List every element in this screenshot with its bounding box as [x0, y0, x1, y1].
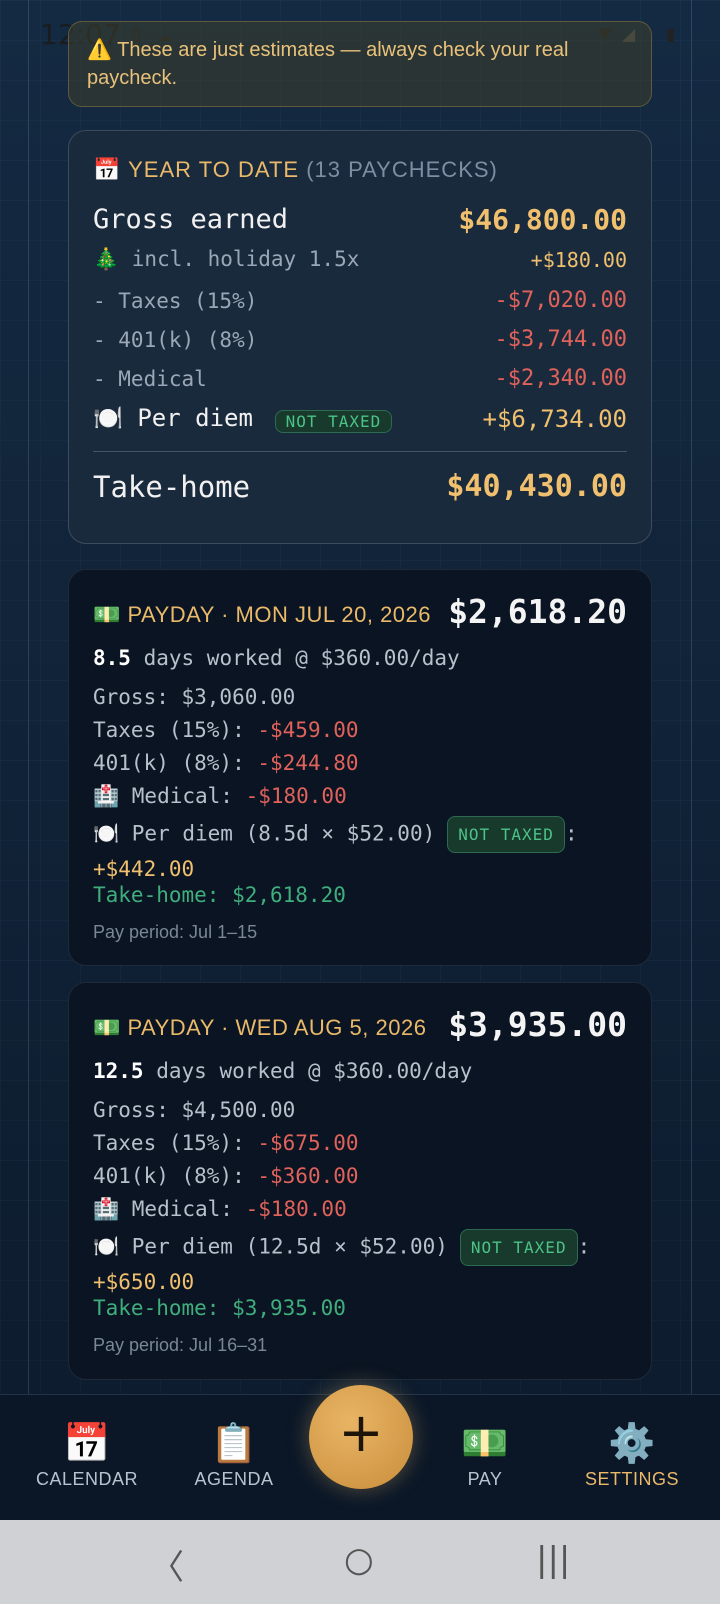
ytd-takehome-row: Take-home $40,430.00 [93, 469, 627, 504]
days-count: 12.5 [93, 1059, 144, 1083]
taxes-label: Taxes (15%): [93, 718, 258, 742]
estimate-warning-banner: ⚠️ These are just estimates — always che… [68, 21, 652, 107]
not-taxed-badge: NOT TAXED [459, 1229, 578, 1266]
ytd-gross-row: Gross earned $46,800.00 [93, 203, 627, 236]
perdiem-label-group: 🍽️ Per diem NOT TAXED [93, 404, 393, 433]
payday-card[interactable]: 💵 PAYDAY · WED AUG 5, 2026 $3,935.00 12.… [68, 982, 652, 1380]
days-rate: days worked @ $360.00/day [156, 1059, 473, 1083]
gear-icon: ⚙️ [608, 1421, 656, 1465]
calendar-icon: 📅 [63, 1421, 111, 1465]
nav-pay-label: PAY [467, 1469, 503, 1489]
takehome-line: Take-home: $2,618.20 [93, 883, 346, 907]
ytd-perdiem-row: 🍽️ Per diem NOT TAXED +$6,734.00 [93, 404, 627, 433]
401k-label: 401(k) (8%): [93, 751, 258, 775]
nav-agenda[interactable]: 📋 AGENDA [164, 1421, 304, 1490]
holiday-value: +$180.00 [530, 247, 627, 272]
perdiem-label: 🍽️ Per diem (8.5d × $52.00) [93, 821, 436, 846]
taxes-value: -$7,020.00 [494, 288, 627, 313]
nav-settings-label: SETTINGS [584, 1469, 679, 1489]
perdiem-label: 🍽️ Per diem [93, 404, 253, 432]
gross-value: $46,800.00 [458, 203, 627, 236]
home-icon[interactable]: ○ [344, 1540, 374, 1580]
ytd-title: YEAR TO DATE [128, 157, 300, 182]
payday-header: 💵 PAYDAY · MON JUL 20, 2026 [93, 602, 432, 627]
401k-value: -$360.00 [257, 1164, 359, 1188]
recents-icon[interactable]: ||| [536, 1540, 570, 1580]
taxes-line: Taxes (15%): -$675.00 [93, 1131, 631, 1155]
perdiem-line: 🍽️ Per diem (8.5d × $52.00) NOT TAXED: +$… [93, 816, 631, 886]
nav-calendar-label: CALENDAR [35, 1469, 139, 1489]
perdiem-value: +$442.00 [93, 857, 195, 881]
medical-value: -$180.00 [245, 784, 347, 808]
pay-period: Pay period: Jul 1–15 [93, 922, 258, 942]
taxes-label: Taxes (15%): [93, 1131, 258, 1155]
perdiem-value: +$650.00 [93, 1270, 195, 1294]
days-count: 8.5 [93, 646, 131, 670]
calendar-icon: 📅 [93, 157, 122, 182]
takehome-line: Take-home: $3,935.00 [93, 1296, 346, 1320]
ytd-divider [93, 451, 627, 452]
back-icon[interactable]: 〈 [150, 1540, 184, 1589]
taxes-value: -$459.00 [257, 718, 359, 742]
perdiem-line: 🍽️ Per diem (12.5d × $52.00) NOT TAXED: +… [93, 1229, 631, 1299]
ytd-holiday-row: 🎄 incl. holiday 1.5x +$180.00 [93, 247, 627, 272]
medical-line: 🏥 Medical: -$180.00 [93, 784, 631, 809]
clipboard-icon: 📋 [210, 1421, 258, 1465]
perdiem-value: +$6,734.00 [482, 404, 628, 433]
system-nav-bar: 〈 ○ ||| [0, 1520, 720, 1604]
medical-label: - Medical [93, 366, 207, 391]
gross-line: Gross: $4,500.00 [93, 1098, 296, 1122]
nav-pay[interactable]: 💵 PAY [415, 1421, 555, 1490]
days-rate: days worked @ $360.00/day [143, 646, 460, 670]
401k-line: 401(k) (8%): -$360.00 [93, 1164, 631, 1188]
taxes-line: Taxes (15%): -$459.00 [93, 718, 631, 742]
nav-calendar[interactable]: 📅 CALENDAR [17, 1421, 157, 1490]
gross-line: Gross: $3,060.00 [93, 685, 296, 709]
days-worked-line: 8.5 days worked @ $360.00/day [93, 646, 631, 670]
payday-total: $3,935.00 [448, 1005, 627, 1044]
plus-icon: + [338, 1401, 384, 1464]
ytd-401k-row: - 401(k) (8%) -$3,744.00 [93, 327, 627, 352]
year-to-date-card: 📅 YEAR TO DATE (13 PAYCHECKS) Gross earn… [68, 130, 652, 544]
taxes-value: -$675.00 [257, 1131, 359, 1155]
gross-label: Gross earned [93, 204, 289, 235]
takehome-label: Take-home [93, 469, 251, 504]
takehome-value: $40,430.00 [446, 469, 627, 504]
payday-total: $2,618.20 [448, 592, 627, 631]
perdiem-label: 🍽️ Per diem (12.5d × $52.00) [93, 1234, 448, 1259]
nav-settings[interactable]: ⚙️ SETTINGS [562, 1421, 702, 1490]
right-edge-line [691, 0, 692, 1394]
pay-period: Pay period: Jul 16–31 [93, 1335, 268, 1355]
payday-card[interactable]: 💵 PAYDAY · MON JUL 20, 2026 $2,618.20 8.… [68, 569, 652, 966]
401k-value: -$3,744.00 [494, 327, 627, 352]
battery-icon: ▮ [664, 22, 678, 47]
medical-label: 🏥 Medical: [93, 784, 246, 808]
nav-agenda-label: AGENDA [194, 1469, 274, 1489]
medical-line: 🏥 Medical: -$180.00 [93, 1197, 631, 1222]
401k-line: 401(k) (8%): -$244.80 [93, 751, 631, 775]
holiday-label: 🎄 incl. holiday 1.5x [93, 247, 360, 271]
payday-header: 💵 PAYDAY · WED AUG 5, 2026 [93, 1015, 427, 1040]
ytd-taxes-row: - Taxes (15%) -$7,020.00 [93, 288, 627, 313]
ytd-subtitle: (13 PAYCHECKS) [306, 157, 498, 182]
medical-value: -$180.00 [245, 1197, 347, 1221]
left-edge-line [28, 0, 29, 1394]
not-taxed-badge: NOT TAXED [447, 816, 565, 853]
warning-text: ⚠️ These are just estimates — always che… [87, 39, 569, 89]
401k-value: -$244.80 [257, 751, 359, 775]
401k-label: 401(k) (8%): [93, 1164, 258, 1188]
days-worked-line: 12.5 days worked @ $360.00/day [93, 1059, 631, 1083]
medical-value: -$2,340.00 [494, 366, 627, 391]
medical-label: 🏥 Medical: [93, 1197, 246, 1221]
money-icon: 💵 [461, 1421, 509, 1465]
401k-label: - 401(k) (8%) [93, 327, 258, 352]
not-taxed-badge: NOT TAXED [274, 410, 393, 433]
ytd-medical-row: - Medical -$2,340.00 [93, 366, 627, 391]
taxes-label: - Taxes (15%) [93, 288, 258, 313]
ytd-header: 📅 YEAR TO DATE (13 PAYCHECKS) [93, 157, 498, 183]
add-button[interactable]: + [309, 1385, 413, 1489]
